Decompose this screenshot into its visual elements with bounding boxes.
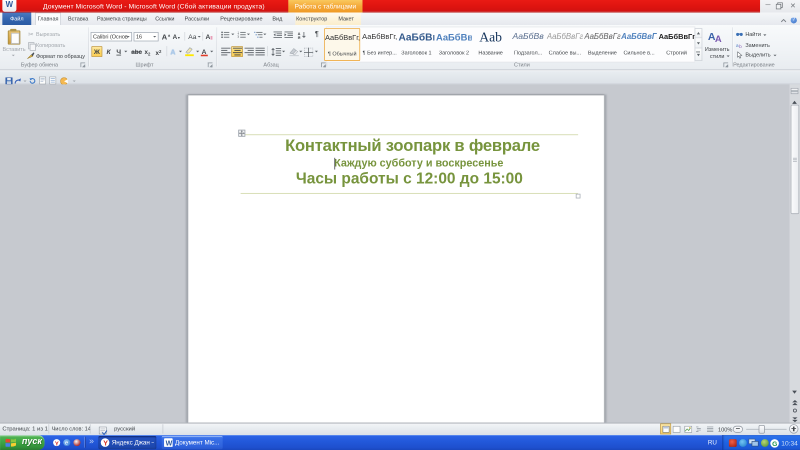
svg-text:3: 3 (238, 35, 240, 38)
svg-text:b: b (739, 44, 742, 48)
svg-text:Я: Я (298, 35, 301, 39)
